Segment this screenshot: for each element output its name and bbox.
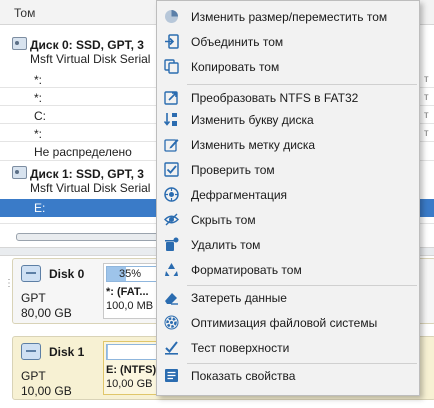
drive-letter-icon (164, 112, 179, 127)
menu-item-label: Изменить метку диска (191, 138, 316, 152)
menu-item-convert[interactable]: Преобразовать NTFS в FAT32 (157, 86, 419, 110)
surface-test-icon (164, 340, 179, 355)
disk1-subtitle: Msft Virtual Disk Serial (30, 181, 151, 195)
truncated-cell: т (424, 92, 429, 103)
menu-item-optimize-gear[interactable]: Оптимизация файловой системы (157, 311, 419, 335)
menu-separator (187, 363, 417, 364)
disk1-size: 10,00 GB (21, 384, 72, 398)
menu-item-label: Изменить букву диска (191, 113, 314, 127)
disk-icon (12, 166, 27, 179)
partition-usage-bar (106, 344, 162, 360)
column-header-volume: Том (14, 6, 36, 20)
partition-size: 10,00 GB (106, 378, 153, 390)
menu-item-label: Копировать том (191, 60, 280, 74)
menu-item-label: Тест поверхности (191, 341, 290, 355)
scrollbar-thumb[interactable] (16, 233, 168, 241)
partition-usage-bar: 35% (106, 266, 162, 282)
menu-item-edit-label[interactable]: Изменить метку диска (157, 133, 419, 157)
menu-item-surface-test[interactable]: Тест поверхности (157, 336, 419, 360)
hard-drive-icon (21, 265, 41, 282)
delete-icon (164, 237, 179, 252)
hide-eye-icon (164, 212, 179, 227)
hard-drive-icon (21, 343, 41, 360)
truncated-cell: т (424, 110, 429, 121)
disk1-tree-item[interactable]: Диск 1: SSD, GPT, 3 (12, 166, 144, 182)
merge-icon (164, 34, 179, 49)
menu-item-properties[interactable]: Показать свойства (157, 364, 419, 388)
menu-item-label: Объединить том (191, 35, 284, 49)
edit-label-icon (164, 137, 179, 152)
menu-item-label: Скрыть том (191, 213, 256, 227)
menu-item-copy[interactable]: Копировать том (157, 55, 419, 79)
partition-usage-fill (107, 345, 109, 359)
menu-item-delete[interactable]: Удалить том (157, 233, 419, 257)
copy-icon (164, 59, 179, 74)
volume-row[interactable]: *: (34, 127, 42, 141)
disk1-type: GPT (21, 369, 46, 383)
menu-item-label: Проверить том (191, 163, 275, 177)
eraser-icon (164, 290, 179, 305)
convert-icon (164, 90, 179, 105)
truncated-cell: т (424, 74, 429, 85)
menu-item-drive-letter[interactable]: Изменить букву диска (157, 108, 419, 132)
menu-item-label: Показать свойства (191, 369, 296, 383)
menu-separator (187, 84, 417, 85)
menu-item-defrag[interactable]: Дефрагментация (157, 183, 419, 207)
partition-label: E: (NTFS) (106, 364, 157, 376)
check-icon (164, 162, 179, 177)
disk1-title: Диск 1: SSD, GPT, 3 (30, 167, 144, 181)
defrag-icon (164, 187, 179, 202)
selected-volume-label: E: (34, 201, 46, 215)
disk0-subtitle: Msft Virtual Disk Serial (30, 52, 151, 66)
disk0-type: GPT (21, 291, 46, 305)
partition-usage-text: 35% (119, 268, 142, 280)
menu-item-label: Оптимизация файловой системы (191, 316, 378, 330)
optimize-gear-icon (164, 315, 179, 330)
disk0-size: 80,00 GB (21, 306, 72, 320)
disk0-tree-item[interactable]: Диск 0: SSD, GPT, 3 (12, 37, 144, 53)
menu-item-label: Дефрагментация (191, 188, 288, 202)
menu-item-label: Форматировать том (191, 263, 302, 277)
menu-item-label: Изменить размер/переместить том (191, 10, 388, 24)
format-recycle-icon (164, 262, 179, 277)
disk1-name: Disk 1 (49, 345, 85, 359)
menu-separator (187, 285, 417, 286)
menu-item-resize-pie[interactable]: Изменить размер/переместить том (157, 5, 419, 29)
volume-row[interactable]: *: (34, 73, 42, 87)
menu-item-check[interactable]: Проверить том (157, 158, 419, 182)
volume-row[interactable]: C: (34, 109, 46, 123)
menu-item-hide-eye[interactable]: Скрыть том (157, 208, 419, 232)
menu-item-label: Удалить том (191, 238, 261, 252)
menu-item-label: Затереть данные (191, 291, 287, 305)
resize-pie-icon (164, 9, 179, 24)
partition-label: *: (FAT... (106, 286, 149, 298)
unallocated-row[interactable]: Не распределено (34, 145, 132, 159)
disk0-title: Диск 0: SSD, GPT, 3 (30, 38, 144, 52)
menu-item-format-recycle[interactable]: Форматировать том (157, 258, 419, 282)
menu-item-merge[interactable]: Объединить том (157, 30, 419, 54)
menu-item-label: Преобразовать NTFS в FAT32 (191, 91, 359, 105)
truncated-cell: т (424, 128, 429, 139)
disk0-name: Disk 0 (49, 267, 85, 281)
volume-context-menu: Изменить размер/переместить том Объединит… (156, 0, 420, 396)
menu-item-eraser[interactable]: Затереть данные (157, 286, 419, 310)
volume-row[interactable]: *: (34, 91, 42, 105)
properties-icon (164, 368, 179, 383)
partition-size: 100,0 MB (106, 300, 154, 312)
disk-icon (12, 37, 27, 50)
